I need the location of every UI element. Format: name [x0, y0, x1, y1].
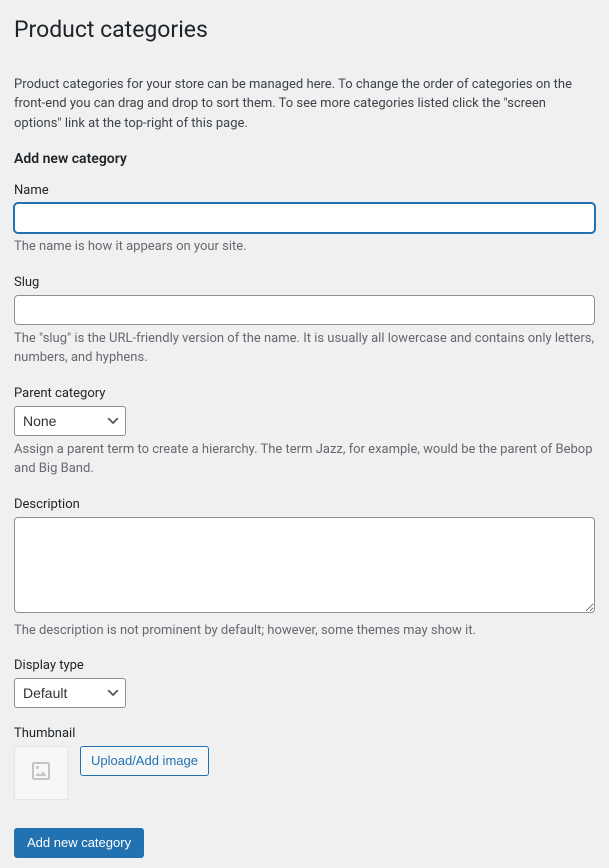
- upload-image-button[interactable]: Upload/Add image: [80, 746, 209, 776]
- name-label: Name: [14, 183, 595, 198]
- parent-select[interactable]: None: [14, 406, 126, 436]
- description-help: The description is not prominent by defa…: [14, 621, 595, 641]
- page-intro: Product categories for your store can be…: [14, 75, 595, 134]
- slug-help: The "slug" is the URL-friendly version o…: [14, 329, 595, 368]
- thumbnail-label: Thumbnail: [14, 726, 595, 741]
- field-description: Description The description is not promi…: [14, 497, 595, 641]
- field-parent: Parent category None Assign a parent ter…: [14, 386, 595, 479]
- field-slug: Slug The "slug" is the URL-friendly vers…: [14, 275, 595, 368]
- page-title: Product categories: [14, 15, 595, 45]
- form-heading: Add new category: [14, 151, 595, 167]
- slug-input[interactable]: [14, 295, 595, 325]
- display-type-label: Display type: [14, 658, 595, 673]
- image-placeholder-icon: [29, 759, 53, 787]
- name-help: The name is how it appears on your site.: [14, 237, 595, 257]
- field-display-type: Display type Default: [14, 658, 595, 708]
- display-type-select[interactable]: Default: [14, 678, 126, 708]
- name-input[interactable]: [14, 203, 595, 233]
- submit-button[interactable]: Add new category: [14, 828, 144, 858]
- thumbnail-placeholder: [14, 746, 68, 800]
- parent-label: Parent category: [14, 386, 595, 401]
- field-thumbnail: Thumbnail Upload/Add image: [14, 726, 595, 800]
- description-textarea[interactable]: [14, 517, 595, 613]
- description-label: Description: [14, 497, 595, 512]
- parent-help: Assign a parent term to create a hierarc…: [14, 440, 595, 479]
- slug-label: Slug: [14, 275, 595, 290]
- field-name: Name The name is how it appears on your …: [14, 183, 595, 257]
